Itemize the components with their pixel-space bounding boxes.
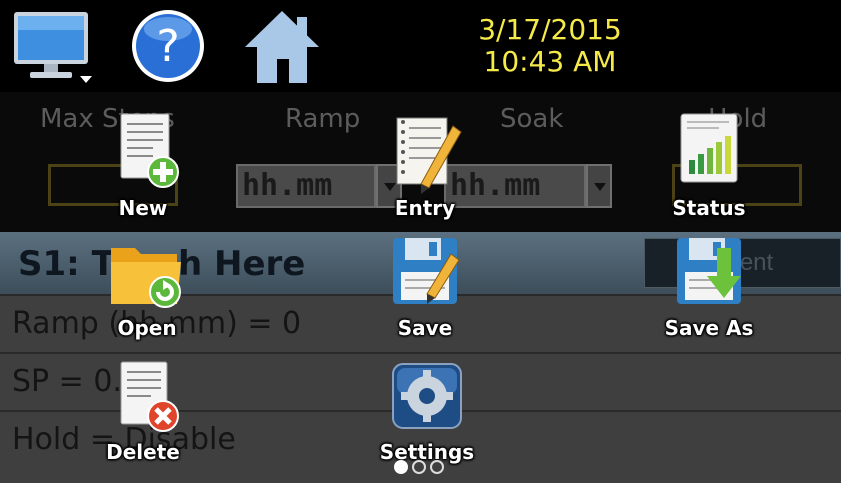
time-text: 10:43 AM [483,45,617,78]
ramp-units-select[interactable]: hh.mm [236,164,376,208]
save-as-label: Save As [664,316,754,340]
svg-text:?: ? [156,21,179,72]
delete-button[interactable]: Delete [78,358,208,468]
status-chart-icon [669,112,749,198]
delete-document-icon [103,358,183,444]
soak-dropdown-arrow[interactable] [586,164,612,208]
status-label: Status [672,196,746,220]
save-button[interactable]: Save [360,234,490,344]
save-label: Save [397,316,453,340]
date-text: 3/17/2015 [478,13,622,46]
help-icon[interactable]: ? [128,6,208,86]
new-document-icon [103,112,183,198]
delete-label: Delete [106,440,180,464]
entry-button[interactable]: Entry [360,112,490,222]
new-button[interactable]: New [78,112,208,222]
save-as-disk-icon [669,234,749,320]
home-icon[interactable] [240,6,324,86]
new-label: New [118,196,168,220]
date-time-display: 3/17/2015 10:43 AM [440,14,660,78]
open-folder-icon [107,234,187,320]
column-ramp: Ramp [285,104,361,134]
save-as-button[interactable]: Save As [644,234,774,344]
monitor-icon[interactable] [10,6,96,86]
page-dot-1[interactable] [394,460,408,474]
open-label: Open [117,316,177,340]
top-bar: ? 3/17/2015 10:43 AM [0,0,841,92]
column-soak: Soak [500,104,564,134]
open-button[interactable]: Open [82,234,212,344]
settings-gear-icon [387,358,467,444]
settings-button[interactable]: Settings [362,358,492,468]
page-dot-2[interactable] [412,460,426,474]
status-button[interactable]: Status [644,112,774,222]
save-disk-icon [385,234,465,320]
entry-label: Entry [394,196,456,220]
page-indicator [394,460,464,480]
notepad-edit-icon [385,112,465,198]
page-dot-3[interactable] [430,460,444,474]
